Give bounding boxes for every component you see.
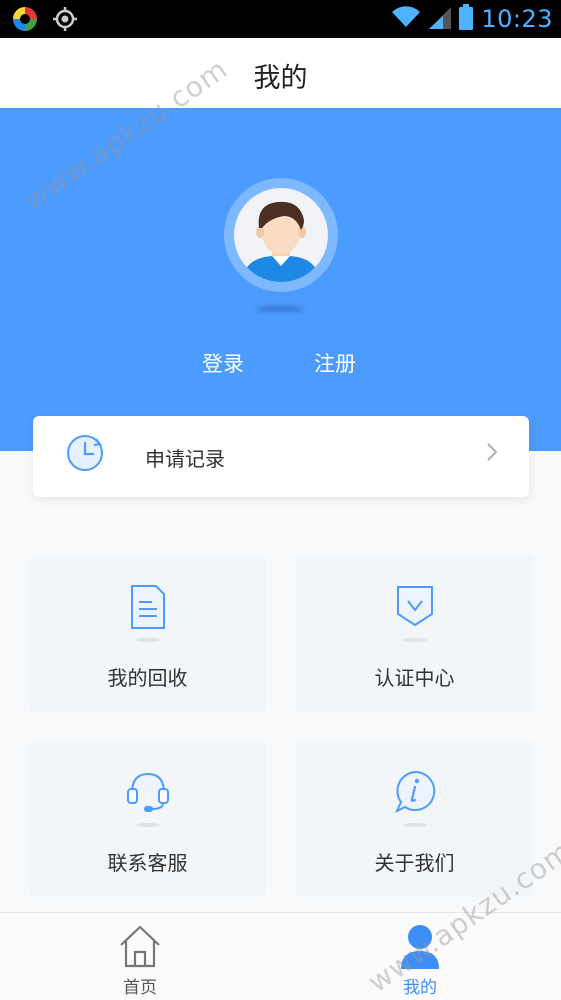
bottom-nav: 首页 我的 <box>0 912 561 1000</box>
avatar-shadow <box>256 306 304 312</box>
tile-label: 认证中心 <box>374 666 455 690</box>
app-notification-icon <box>12 6 38 36</box>
register-button[interactable]: 注册 <box>314 348 356 378</box>
gps-icon <box>52 6 78 36</box>
person-icon <box>398 923 442 975</box>
title-bar: 我的 <box>0 38 561 108</box>
login-button[interactable]: 登录 <box>202 348 244 378</box>
battery-icon <box>459 4 474 34</box>
tile-about-us[interactable]: 关于我们 <box>296 741 533 897</box>
chevron-right-icon <box>485 441 499 467</box>
status-bar: 10:23 <box>0 0 561 38</box>
document-icon <box>128 584 168 634</box>
page-title: 我的 <box>253 63 308 94</box>
nav-mine-label: 我的 <box>403 978 437 998</box>
tile-label: 我的回收 <box>107 666 188 690</box>
tile-certification-center[interactable]: 认证中心 <box>296 556 533 712</box>
nav-home[interactable]: 首页 <box>70 913 210 1000</box>
tile-label: 联系客服 <box>107 851 188 875</box>
headset-icon <box>126 769 170 819</box>
tile-label: 关于我们 <box>374 851 455 875</box>
tile-contact-service[interactable]: 联系客服 <box>29 741 266 897</box>
application-record-label: 申请记录 <box>145 447 225 471</box>
nav-home-label: 首页 <box>123 978 157 998</box>
clock-history-icon <box>65 433 105 477</box>
person-avatar-icon <box>242 201 320 282</box>
tile-my-recycle[interactable]: 我的回收 <box>29 556 266 712</box>
home-icon <box>117 923 163 973</box>
shield-check-icon <box>395 584 435 632</box>
clock: 10:23 <box>481 5 553 33</box>
application-record-row[interactable]: 申请记录 <box>33 416 529 497</box>
info-bubble-icon <box>393 769 437 819</box>
wifi-icon <box>391 5 421 33</box>
profile-header: 登录 注册 <box>0 108 561 451</box>
nav-mine[interactable]: 我的 <box>350 913 490 1000</box>
avatar-image <box>234 188 328 282</box>
avatar[interactable] <box>224 178 338 292</box>
signal-icon <box>429 5 452 33</box>
